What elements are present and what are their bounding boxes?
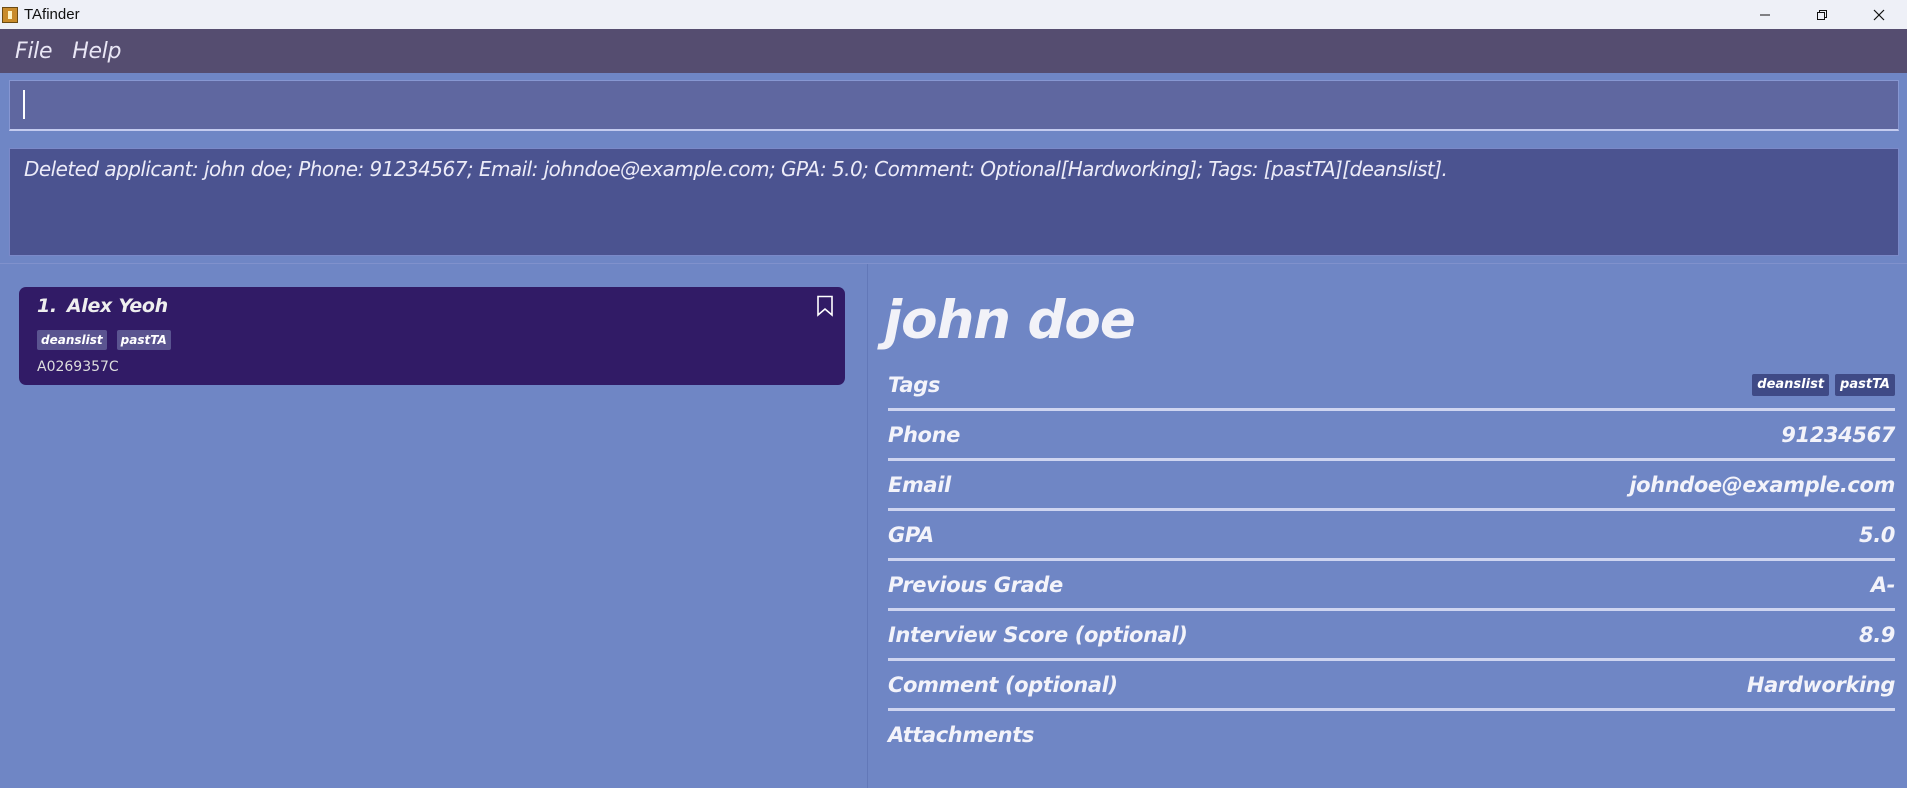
result-message: Deleted applicant: john doe; Phone: 9123… bbox=[24, 157, 1448, 181]
menu-help[interactable]: Help bbox=[72, 39, 129, 64]
minimize-button[interactable] bbox=[1736, 0, 1793, 29]
detail-label: Attachments bbox=[888, 723, 1034, 747]
detail-row-phone: Phone 91234567 bbox=[888, 410, 1895, 461]
applicant-name: Alex Yeoh bbox=[66, 295, 168, 317]
detail-value: 8.9 bbox=[1858, 623, 1895, 647]
window-title: TAfinder bbox=[24, 6, 80, 23]
section-divider bbox=[0, 263, 1907, 264]
result-display: Deleted applicant: john doe; Phone: 9123… bbox=[9, 148, 1899, 256]
title-bar: TAfinder bbox=[0, 0, 1907, 29]
close-icon bbox=[1873, 9, 1884, 20]
bookmark-icon[interactable] bbox=[816, 295, 834, 317]
tag-chip: pastTA bbox=[116, 330, 171, 350]
applicant-tags: deanslist pastTA bbox=[37, 330, 171, 350]
detail-row-tags: Tags deanslist pastTA bbox=[888, 360, 1895, 411]
menu-file[interactable]: File bbox=[15, 39, 60, 64]
detail-value: Hardworking bbox=[1746, 673, 1895, 697]
command-input[interactable] bbox=[9, 80, 1899, 131]
detail-tags: deanslist pastTA bbox=[1752, 374, 1895, 396]
detail-label: Interview Score (optional) bbox=[888, 623, 1188, 647]
detail-row-interview-score: Interview Score (optional) 8.9 bbox=[888, 610, 1895, 661]
applicant-id: A0269357C bbox=[37, 359, 119, 375]
tag-chip: pastTA bbox=[1835, 374, 1895, 396]
detail-value: johndoe@example.com bbox=[1629, 473, 1895, 497]
restore-button[interactable] bbox=[1793, 0, 1850, 29]
applicant-card[interactable]: 1. Alex Yeoh deanslist pastTA A0269357C bbox=[19, 287, 845, 385]
detail-value: A- bbox=[1870, 573, 1896, 597]
detail-value: 91234567 bbox=[1781, 423, 1895, 447]
detail-name: john doe bbox=[884, 290, 1136, 351]
detail-label: Tags bbox=[888, 373, 940, 397]
detail-row-previous-grade: Previous Grade A- bbox=[888, 560, 1896, 611]
minimize-icon bbox=[1759, 14, 1770, 15]
tag-chip: deanslist bbox=[37, 330, 107, 350]
menu-bar: File Help bbox=[0, 29, 1907, 73]
detail-label: Previous Grade bbox=[888, 573, 1063, 597]
detail-row-attachments: Attachments bbox=[888, 710, 1895, 760]
applicant-index: 1. bbox=[37, 295, 57, 317]
detail-row-gpa: GPA 5.0 bbox=[888, 510, 1895, 561]
close-button[interactable] bbox=[1850, 0, 1907, 29]
detail-label: Comment (optional) bbox=[888, 673, 1118, 697]
tag-chip: deanslist bbox=[1752, 374, 1830, 396]
detail-label: Phone bbox=[888, 423, 960, 447]
detail-value: 5.0 bbox=[1858, 523, 1895, 547]
split-pane-divider[interactable] bbox=[867, 264, 868, 788]
restore-icon bbox=[1816, 9, 1827, 20]
app-icon bbox=[2, 6, 18, 23]
window-controls bbox=[1736, 0, 1907, 29]
applicant-card-title: 1. Alex Yeoh bbox=[37, 295, 168, 317]
text-caret bbox=[23, 90, 25, 119]
detail-label: Email bbox=[888, 473, 951, 497]
detail-label: GPA bbox=[888, 523, 934, 547]
detail-row-comment: Comment (optional) Hardworking bbox=[888, 660, 1895, 711]
detail-row-email: Email johndoe@example.com bbox=[888, 460, 1895, 511]
